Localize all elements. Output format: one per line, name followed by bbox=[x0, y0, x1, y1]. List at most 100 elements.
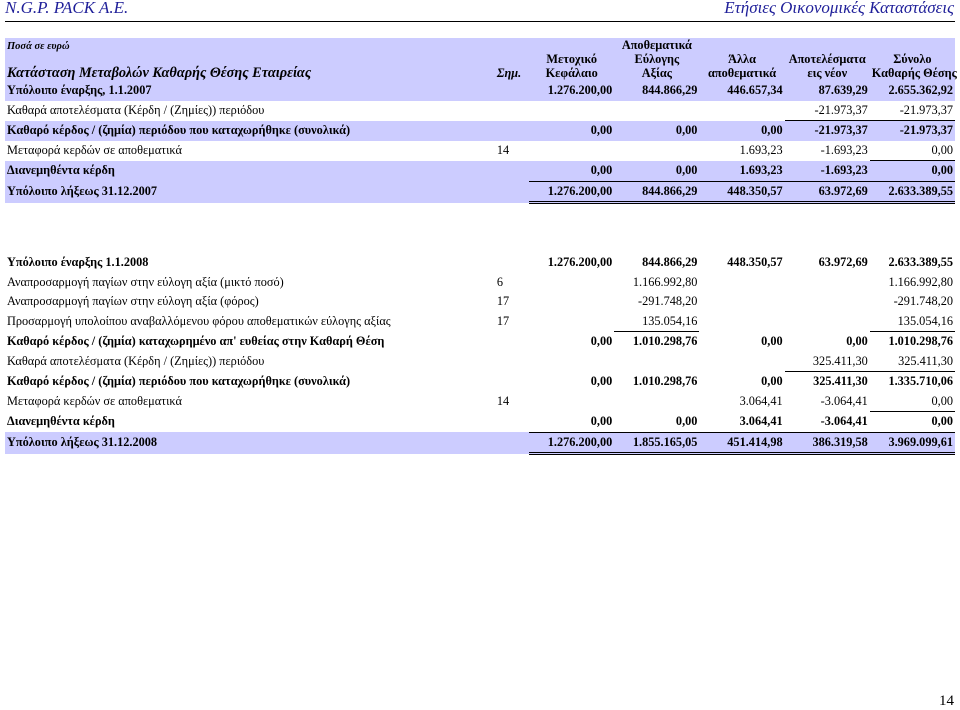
equity-changes-table: Ποσά σε ευρώ Κατάσταση Μεταβολών Καθαρής… bbox=[5, 38, 957, 455]
value-cell: 0,00 bbox=[529, 411, 615, 433]
row-note-ref bbox=[490, 120, 530, 141]
value-cell: -291.748,20 bbox=[893, 294, 953, 308]
row-label: Μεταφορά κερδών σε αποθεματικά bbox=[7, 393, 182, 408]
header-title-cell: Ποσά σε ευρώ Κατάσταση Μεταβολών Καθαρής… bbox=[5, 38, 491, 81]
value-cell: 0,00 bbox=[761, 333, 783, 348]
column-header-line: Καθαρής Θέσης bbox=[871, 66, 957, 80]
column-header-other-reserves: Άλλα αποθεματικά bbox=[699, 38, 785, 81]
row-2008-row: Προσαρμογή υπολοίπου αναβαλλόμενου φόρου… bbox=[5, 311, 955, 332]
value-cell bbox=[529, 292, 614, 312]
row-label: Υπόλοιπο έναρξης, 1.1.2007 bbox=[5, 81, 491, 101]
column-header-total-equity: Σύνολο Καθαρής Θέσης bbox=[869, 38, 957, 81]
value-cell: 1.276.200,00 bbox=[529, 181, 615, 204]
column-header-line: Άλλα bbox=[728, 52, 756, 66]
table-header-row: Ποσά σε ευρώ Κατάσταση Μεταβολών Καθαρής… bbox=[5, 38, 957, 81]
value-cell bbox=[699, 101, 784, 121]
value-cell: -21.973,37 bbox=[784, 120, 870, 141]
row-note-ref bbox=[491, 412, 529, 433]
header-rule bbox=[5, 21, 955, 22]
value-cell: 0,00 bbox=[590, 333, 613, 348]
value-cell: 446.657,34 bbox=[699, 81, 785, 101]
row-label: Υπόλοιπο λήξεως 31.12.2008 bbox=[5, 432, 491, 454]
row-note-ref bbox=[491, 372, 529, 392]
row-2007-row: Καθαρό κέρδος / (ζημία) περιόδου που κατ… bbox=[5, 120, 955, 141]
column-header-line: Μετοχικό bbox=[546, 52, 598, 66]
row-2008-row: Καθαρά αποτελέσματα (Κέρδη / (Ζημίες)) π… bbox=[5, 351, 955, 372]
row-note-ref: 17 bbox=[496, 294, 510, 308]
value-cell: 0,00 bbox=[869, 411, 955, 433]
value-cell bbox=[614, 392, 699, 412]
row-2008-row: Διανεμηθέντα κέρδη 0,00 0,00 3.064,41 -3.064… bbox=[5, 411, 955, 433]
row-label: Διανεμηθέντα κέρδη bbox=[7, 414, 115, 428]
value-cell: 2.633.389,55 bbox=[869, 181, 955, 204]
row-note-ref bbox=[491, 101, 529, 121]
value-cell: 0,00 bbox=[869, 391, 955, 412]
value-cell: 1.010.298,76 bbox=[888, 334, 953, 348]
value-cell bbox=[785, 312, 870, 332]
value-cell bbox=[614, 141, 699, 161]
value-cell: 0,00 bbox=[614, 411, 700, 433]
value-cell: 0,00 bbox=[846, 333, 868, 348]
value-cell: -1.693,23 bbox=[784, 160, 870, 182]
row-label: Διανεμηθέντα κέρδη bbox=[5, 160, 491, 181]
value-cell: 0,00 bbox=[614, 120, 700, 141]
value-cell: 0,00 bbox=[529, 160, 615, 182]
row-note-ref bbox=[490, 160, 530, 181]
row-label: Καθαρά αποτελέσματα (Κέρδη / (Ζημίες)) π… bbox=[7, 353, 265, 368]
value-cell: 135.054,16 bbox=[869, 311, 955, 332]
company-name: N.G.P. PACK A.E. bbox=[5, 0, 129, 17]
spacer-cell bbox=[5, 233, 955, 253]
value-cell: 0,00 bbox=[869, 160, 955, 182]
row-2008-row: Υπόλοιπο έναρξης 1.1.2008 1.276.200,00 844… bbox=[5, 253, 955, 273]
value-cell bbox=[699, 292, 784, 312]
value-cell: 2.655.362,92 bbox=[869, 81, 955, 101]
value-cell: 451.414,98 bbox=[699, 432, 785, 455]
value-cell: -3.064,41 bbox=[784, 411, 870, 433]
row-2008-row: Καθαρό κέρδος / (ζημία) περιόδου που κατ… bbox=[5, 372, 955, 392]
value-cell: -3.064,41 bbox=[820, 393, 868, 408]
value-cell: 1.010.298,76 bbox=[632, 334, 698, 348]
column-header-share-capital: Μετοχικό Κεφάλαιο bbox=[529, 38, 615, 81]
row-note-ref: 17 bbox=[496, 313, 510, 328]
column-header-line: Αξίας bbox=[641, 66, 672, 80]
value-cell: 1.276.200,00 bbox=[529, 432, 615, 455]
column-header-fair-value-reserves: Αποθεματικά Εύλογης Αξίας bbox=[614, 38, 700, 81]
value-cell: 1.166.992,80 bbox=[632, 274, 698, 289]
value-cell: 3.064,41 bbox=[739, 393, 783, 408]
row-label: Καθαρό κέρδος / (ζημία) περιόδου που κατ… bbox=[5, 120, 491, 141]
value-cell: 3.064,41 bbox=[699, 411, 785, 433]
value-cell: 63.972,69 bbox=[784, 181, 870, 204]
value-cell: -21.973,37 bbox=[869, 100, 955, 121]
value-cell: 0,00 bbox=[699, 120, 785, 141]
row-2008-row: Αναπροσαρμογή παγίων στην εύλογη αξία (μ… bbox=[5, 273, 955, 293]
row-note-ref bbox=[491, 332, 529, 352]
value-cell bbox=[699, 352, 784, 372]
row-note-ref: 6 bbox=[496, 274, 504, 289]
value-cell: 87.639,29 bbox=[784, 81, 870, 101]
value-cell: 1.276.200,00 bbox=[529, 81, 615, 101]
value-cell bbox=[699, 273, 784, 293]
column-header-line: Σύνολο bbox=[893, 52, 932, 66]
value-cell: 1.693,23 bbox=[699, 160, 785, 182]
row-note-ref: 14 bbox=[496, 142, 510, 157]
value-cell: 1.855.165,05 bbox=[614, 432, 700, 455]
row-2007-row: Καθαρά αποτελέσματα (Κέρδη / (Ζημίες)) π… bbox=[5, 100, 955, 121]
value-cell bbox=[785, 273, 870, 293]
column-header-line: Αποθεματικά bbox=[621, 38, 692, 52]
value-cell bbox=[614, 352, 699, 372]
page-number: 14 bbox=[939, 693, 954, 709]
value-cell: 0,00 bbox=[761, 373, 783, 388]
row-2007-row: Μεταφορά κερδών σε αποθεματικά 14 1.693,23… bbox=[5, 140, 955, 161]
value-cell bbox=[699, 312, 784, 332]
section-spacer bbox=[5, 203, 955, 234]
value-cell: 325.411,30 bbox=[784, 351, 870, 372]
value-cell: 1.010.298,76 bbox=[632, 373, 698, 388]
value-cell: 448.350,57 bbox=[727, 255, 783, 269]
row-2008-row: Καθαρό κέρδος / (ζημία) καταχωρημένο απ'… bbox=[5, 332, 955, 352]
value-cell bbox=[785, 292, 870, 312]
row-note-ref bbox=[491, 253, 529, 273]
column-header-line: Κεφάλαιο bbox=[545, 66, 598, 80]
value-cell: 0,00 bbox=[869, 140, 955, 161]
value-cell bbox=[529, 392, 614, 412]
value-cell: 1.276.200,00 bbox=[547, 255, 613, 269]
